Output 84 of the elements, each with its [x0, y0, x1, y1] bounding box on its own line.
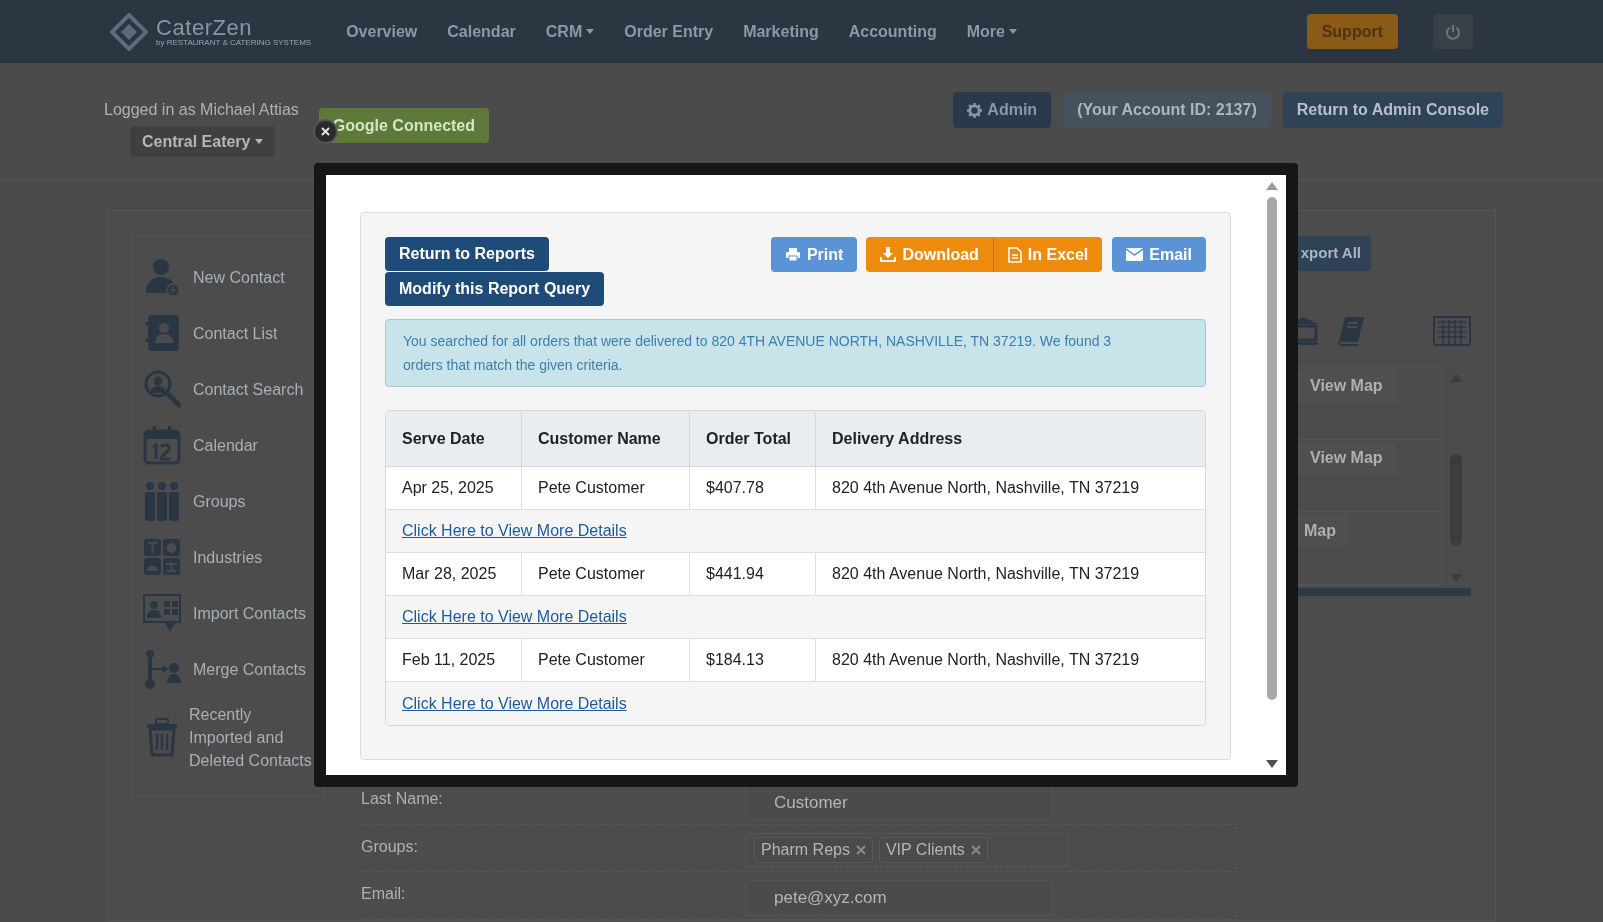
header-button[interactable]: Admin — [953, 92, 1052, 128]
sidebar-item[interactable]: Contact List — [143, 305, 324, 361]
scroll-up-icon[interactable] — [1266, 182, 1278, 190]
document-icon — [1007, 246, 1022, 263]
remove-icon[interactable] — [855, 844, 866, 855]
sidebar-item[interactable]: Groups — [143, 473, 324, 529]
nav-link[interactable]: More — [951, 19, 1032, 44]
sidebar-item[interactable]: Calendar — [143, 417, 324, 473]
report-nav-button[interactable]: Return to Reports — [385, 237, 549, 271]
sidebar-item[interactable]: Industries — [143, 529, 324, 585]
table-cell: $407.78 — [690, 467, 816, 509]
logo-icon — [110, 12, 148, 51]
nav-link[interactable]: Accounting — [833, 19, 952, 44]
table-cell-text: 820 4th Avenue North, Nashville, TN 37219 — [831, 478, 1141, 498]
contact-book-icon — [143, 313, 181, 353]
logged-in-text: Logged in as Michael Attias — [104, 100, 299, 120]
gear-icon — [967, 102, 983, 118]
book-icon — [1337, 316, 1365, 346]
power-icon — [1445, 23, 1461, 40]
report-action-button[interactable]: Email — [1112, 237, 1206, 272]
merge-contacts-icon — [143, 649, 181, 689]
column-header: Serve Date — [386, 411, 522, 466]
sidebar-item[interactable]: Import Contacts — [143, 585, 324, 641]
group-icon — [143, 481, 181, 521]
report-action-button[interactable]: Download — [866, 237, 994, 272]
nav-link[interactable]: CRM — [530, 19, 610, 44]
table-cell: Pete Customer — [522, 553, 690, 595]
search-summary: You searched for all orders that were delivered to 820 4TH AVENUE NORTH, NASHVILLE, TN 37219. We found 3 orders that match the given criteria. — [385, 319, 1206, 387]
column-header: Customer Name — [522, 411, 690, 466]
header-button[interactable]: Return to Admin Console — [1282, 92, 1503, 128]
spreadsheet-icon — [1433, 316, 1471, 346]
logo-text: CaterZen — [156, 16, 254, 39]
table-cell: Apr 25, 2025 — [386, 467, 522, 509]
sidebar-item[interactable]: Recently Imported and Deleted Contacts — [143, 697, 324, 777]
table-cell: Pete Customer — [522, 467, 690, 509]
caret-icon — [1008, 29, 1017, 34]
form-label: Groups: — [361, 836, 419, 857]
nav-link[interactable]: Marketing — [728, 19, 834, 44]
caret-icon — [586, 29, 595, 34]
column-header: Order Total — [690, 411, 816, 466]
table-cell: $441.94 — [690, 553, 816, 595]
details-link[interactable]: Click Here to View More Details — [402, 519, 627, 543]
sidebar-item[interactable]: New Contact — [143, 249, 324, 305]
text-field[interactable]: pete@xyz.com — [745, 880, 1053, 917]
account-dropdown[interactable]: Central Eatery — [130, 126, 275, 157]
text-field[interactable]: Customer — [745, 785, 1053, 821]
remove-icon[interactable] — [970, 844, 981, 855]
table-cell: Mar 28, 2025 — [386, 553, 522, 595]
table-cell-text: 820 4th Avenue North, Nashville, TN 37219 — [831, 650, 1141, 670]
nav-link[interactable]: Overview — [331, 19, 433, 44]
envelope-icon — [1126, 248, 1144, 261]
details-link[interactable]: Click Here to View More Details — [402, 605, 627, 629]
person-add-icon — [143, 257, 181, 297]
report-action-button[interactable]: In Excel — [993, 237, 1103, 272]
table-cell: Feb 11, 2025 — [386, 639, 522, 681]
scroll-down-icon[interactable] — [1266, 760, 1278, 768]
column-header: Delivery Address — [831, 428, 964, 449]
table-cell: Pete Customer — [522, 639, 690, 681]
power-button[interactable] — [1433, 14, 1473, 49]
scrollbar-thumb[interactable] — [1267, 197, 1277, 700]
group-tag: Pharm Reps — [754, 836, 873, 863]
form-label: Last Name: — [361, 789, 444, 809]
calendar-icon — [143, 425, 181, 465]
tags-field[interactable]: Pharm Reps VIP Clients — [745, 832, 1069, 867]
industries-icon — [143, 537, 181, 577]
form-label: Email: — [361, 884, 407, 905]
group-tag: VIP Clients — [878, 836, 988, 863]
nav-link[interactable]: Order Entry — [609, 19, 729, 44]
nav-link[interactable]: Calendar — [432, 19, 531, 44]
caret-icon — [254, 139, 263, 144]
sidebar-item[interactable]: Merge Contacts — [143, 641, 324, 697]
sidebar-item[interactable]: Contact Search — [143, 361, 324, 417]
report-action-button[interactable]: Print — [770, 237, 858, 272]
logo-tagline: by RESTAURANT & CATERING SYSTEMS — [156, 38, 312, 47]
import-contacts-icon — [143, 593, 181, 633]
report-nav-button[interactable]: Modify this Report Query — [385, 272, 605, 306]
table-cell: $184.13 — [690, 639, 816, 681]
header-button[interactable]: (Your Account ID: 2137) — [1063, 92, 1271, 128]
person-search-icon — [143, 369, 181, 409]
close-icon — [321, 127, 330, 136]
table-cell-text: 820 4th Avenue North, Nashville, TN 37219 — [831, 564, 1141, 584]
printer-icon — [784, 247, 801, 262]
details-link[interactable]: Click Here to View More Details — [402, 691, 627, 716]
download-icon — [880, 247, 897, 262]
